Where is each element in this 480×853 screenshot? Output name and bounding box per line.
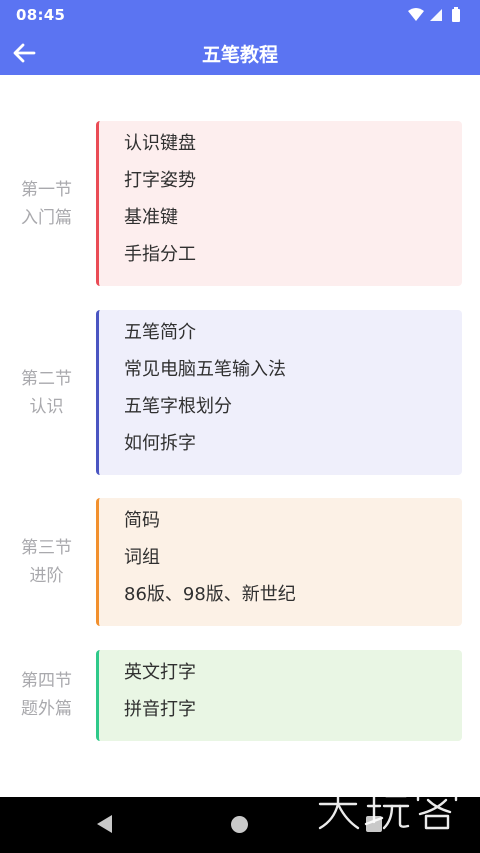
section-card: 五笔简介 常见电脑五笔输入法 五笔字根划分 如何拆字 — [96, 310, 462, 475]
signal-icon — [430, 9, 442, 21]
section-label: 第一节 入门篇 — [0, 176, 93, 232]
watermark-logo — [318, 786, 458, 830]
lesson-item[interactable]: 拼音打字 — [124, 696, 462, 733]
section-number: 第二节 — [21, 369, 72, 389]
lesson-item[interactable]: 手指分工 — [124, 241, 462, 278]
status-time: 08:45 — [16, 6, 66, 24]
status-icons — [408, 7, 460, 22]
nav-back-icon[interactable] — [97, 815, 112, 833]
section-title: 进阶 — [29, 566, 64, 586]
page-title: 五笔教程 — [201, 44, 278, 66]
lesson-item[interactable]: 英文打字 — [124, 659, 462, 696]
section-label: 第三节 进阶 — [0, 534, 93, 590]
section-1: 第一节 入门篇 认识键盘 打字姿势 基准键 手指分工 — [0, 121, 480, 286]
lesson-item[interactable]: 认识键盘 — [124, 130, 462, 167]
section-number: 第三节 — [21, 538, 72, 558]
lesson-item[interactable]: 简码 — [124, 507, 462, 544]
status-bar: 08:45 — [0, 0, 480, 30]
lesson-item[interactable]: 常见电脑五笔输入法 — [124, 356, 462, 393]
lesson-item[interactable]: 词组 — [124, 544, 462, 581]
section-label: 第二节 认识 — [0, 365, 93, 421]
section-card: 认识键盘 打字姿势 基准键 手指分工 — [96, 121, 462, 286]
section-3: 第三节 进阶 简码 词组 86版、98版、新世纪 — [0, 498, 480, 626]
section-title: 入门篇 — [21, 208, 72, 228]
section-card: 英文打字 拼音打字 — [96, 650, 462, 741]
section-number: 第四节 — [21, 671, 72, 691]
section-number: 第一节 — [21, 180, 72, 200]
section-title: 题外篇 — [21, 699, 72, 719]
nav-home-icon[interactable] — [231, 816, 248, 833]
battery-icon — [452, 7, 460, 22]
section-title: 认识 — [29, 397, 64, 417]
lesson-item[interactable]: 如何拆字 — [124, 430, 462, 467]
app-bar: 五笔教程 — [0, 30, 480, 75]
section-2: 第二节 认识 五笔简介 常见电脑五笔输入法 五笔字根划分 如何拆字 — [0, 310, 480, 475]
lesson-item[interactable]: 打字姿势 — [124, 167, 462, 204]
lesson-item[interactable]: 86版、98版、新世纪 — [124, 581, 462, 618]
wifi-icon — [408, 8, 424, 21]
lesson-item[interactable]: 五笔字根划分 — [124, 393, 462, 430]
section-4: 第四节 题外篇 英文打字 拼音打字 — [0, 650, 480, 741]
lesson-item[interactable]: 基准键 — [124, 204, 462, 241]
section-card: 简码 词组 86版、98版、新世纪 — [96, 498, 462, 626]
lesson-item[interactable]: 五笔简介 — [124, 319, 462, 356]
section-label: 第四节 题外篇 — [0, 667, 93, 723]
